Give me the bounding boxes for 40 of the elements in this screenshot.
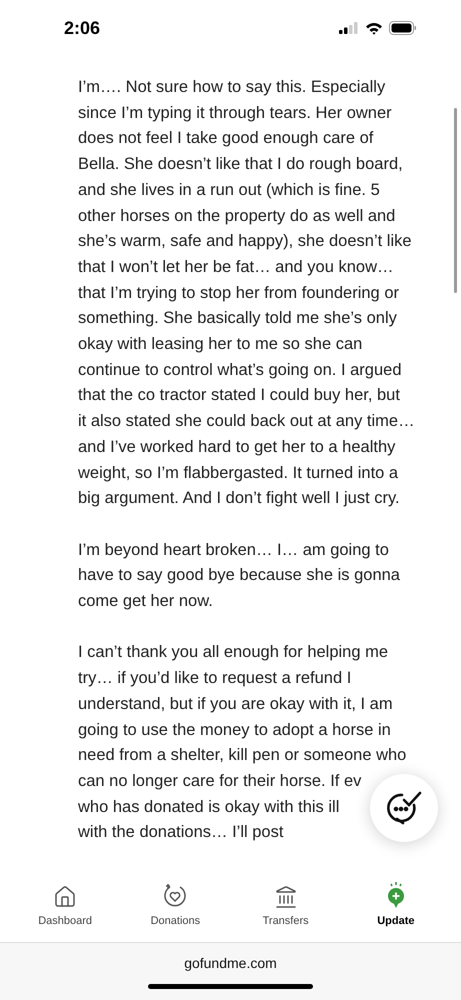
update-text-line: need from a shelter, kill pen or someone who <box>78 745 406 766</box>
update-text-line: that the co tractor stated I could buy her, but <box>78 385 400 406</box>
update-text-line: I’m…. Not sure how to say this. Especially <box>78 77 386 98</box>
nav-tab[interactable]: Donations <box>130 883 220 930</box>
update-text-line: she’s warm, safe and happy), she doesn’t like <box>78 231 412 252</box>
update-text-line: that I won’t let her be fat… and you know… <box>78 256 394 278</box>
update-text-line: other horses on the property do as well and <box>78 206 396 227</box>
nav-tab[interactable]: Transfers <box>240 885 331 930</box>
url-text[interactable]: gofundme.com <box>184 952 277 974</box>
update-text-line: understand, but if you are okay with it, I am <box>78 694 393 715</box>
update-text-line: big argument. And I don’t fight well I just cry. <box>78 488 400 510</box>
update-text-line: with the donations… I’ll post <box>78 822 284 844</box>
update-text-line: that I’m trying to stop her from foundering or <box>78 282 399 304</box>
heart-circle-icon <box>162 883 188 909</box>
update-text-line: come get her now. <box>78 591 213 612</box>
update-text-line: since I’m typing it through tears. Her owner <box>78 102 392 124</box>
battery-icon <box>389 21 417 35</box>
update-text-line: does not feel I take good enough care of <box>78 128 374 150</box>
update-text-line: try… if you’d like to request a refund I <box>78 668 352 690</box>
update-text-line: going to use the money to adopt a horse in <box>78 720 391 741</box>
update-text-line: and she lives in a run out (which is fine. 5 <box>78 180 380 201</box>
update-text-line: I’m beyond heart broken… I… am going to <box>78 540 389 561</box>
nav-tab[interactable]: Dashboard <box>20 885 110 930</box>
status-time: 2:06 <box>64 16 100 40</box>
update-text-line: weight, so I’m flabbergasted. It turned into a <box>78 462 398 484</box>
update-text-line: okay with leasing her to me so she can <box>78 334 362 356</box>
update-text-line: it also stated she could back out at any time… <box>78 411 415 432</box>
update-text-line: something. She basically told me she’s only <box>78 308 397 330</box>
update-text-line: can no longer care for their horse. If ev <box>78 770 362 792</box>
signal-icon <box>339 22 359 34</box>
update-text-line: Bella. She doesn’t like that I do rough board, <box>78 154 403 176</box>
bank-icon <box>274 885 298 909</box>
update-text-line: I can’t thank you all enough for helping me <box>78 642 388 664</box>
nav-tab[interactable]: Update <box>350 881 441 930</box>
update-text-line: who has donated is okay with this ill <box>78 796 340 818</box>
house-icon <box>53 885 78 909</box>
wifi-icon <box>365 22 383 34</box>
update-text-line: have to say good bye because she is gonna <box>78 565 400 586</box>
update-text-line: and I’ve worked hard to get her to a healthy <box>78 436 396 458</box>
update-text-line: continue to control what’s going on. I argued <box>78 360 402 381</box>
